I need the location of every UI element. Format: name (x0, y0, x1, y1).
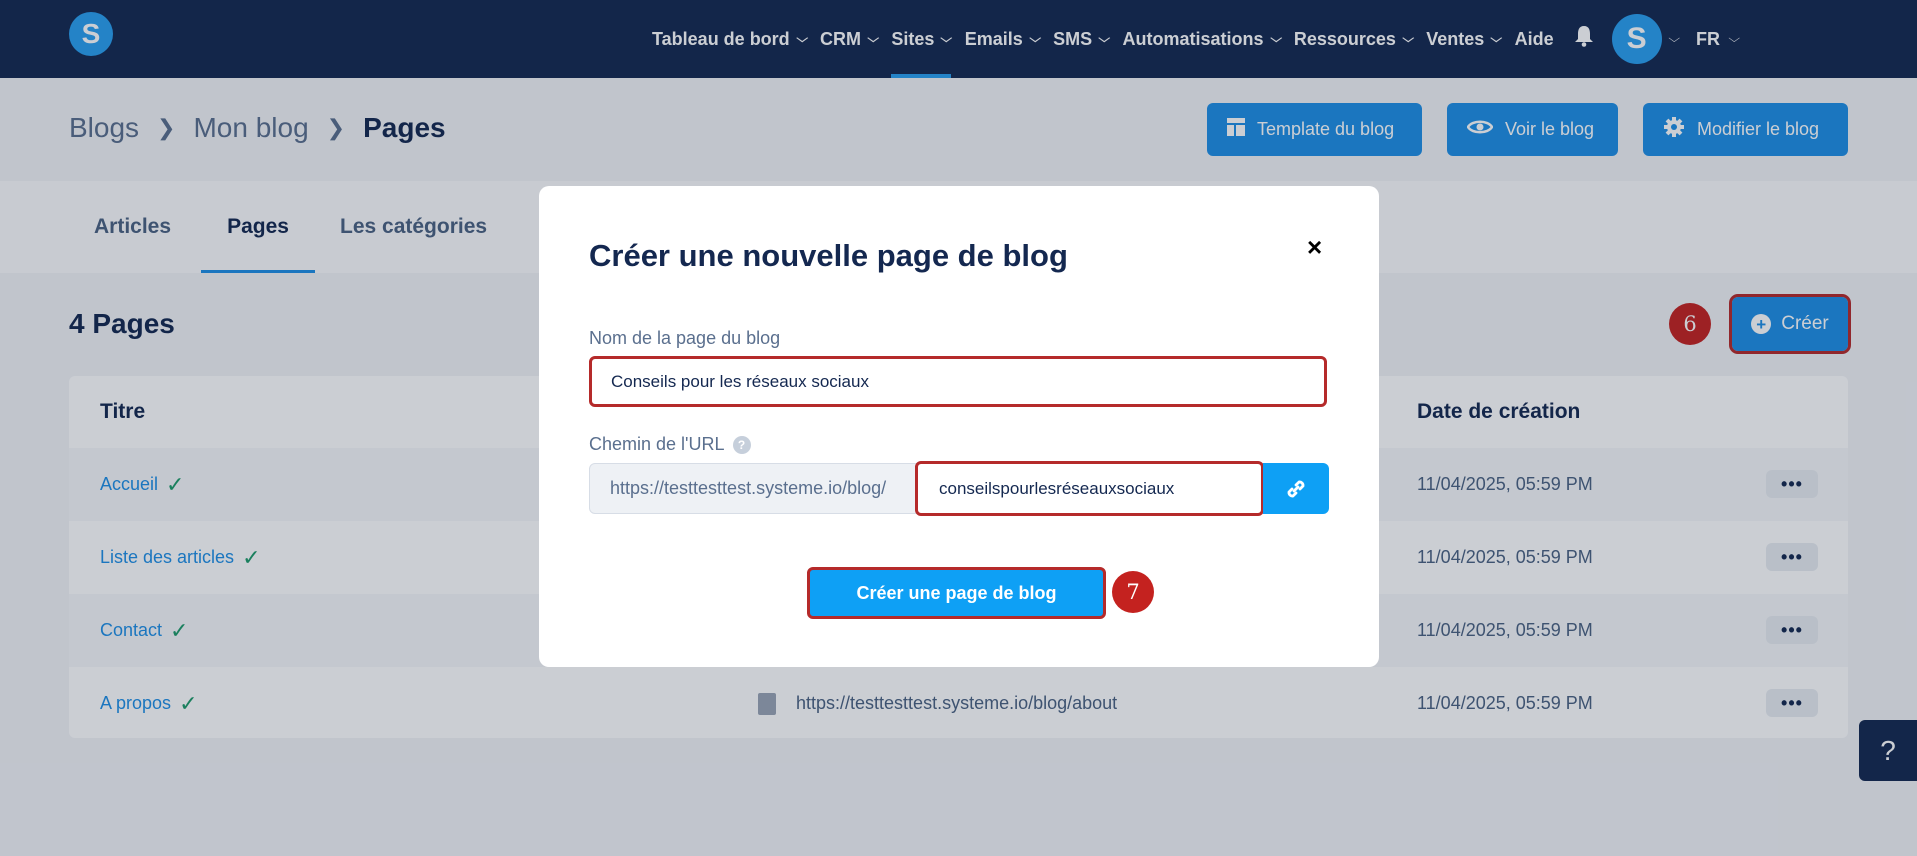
create-page-modal: Créer une nouvelle page de blog × Nom de… (539, 186, 1379, 667)
help-icon[interactable]: ? (732, 435, 751, 454)
url-prefix: https://testtesttest.systeme.io/blog/ (589, 463, 919, 514)
link-icon[interactable] (1263, 463, 1329, 514)
step-badge: 7 (1112, 571, 1154, 613)
url-label: Chemin de l'URL ? (589, 434, 751, 455)
url-slug-input[interactable]: conseilspourlesréseauxsociaux (915, 461, 1264, 516)
modal-title: Créer une nouvelle page de blog (589, 238, 1068, 273)
page-name-input[interactable]: Conseils pour les réseaux sociaux (589, 356, 1327, 407)
url-label-text: Chemin de l'URL (589, 434, 725, 454)
close-icon[interactable]: × (1307, 232, 1322, 263)
name-label: Nom de la page du blog (589, 328, 781, 348)
create-page-submit-button[interactable]: Créer une page de blog (807, 567, 1106, 619)
